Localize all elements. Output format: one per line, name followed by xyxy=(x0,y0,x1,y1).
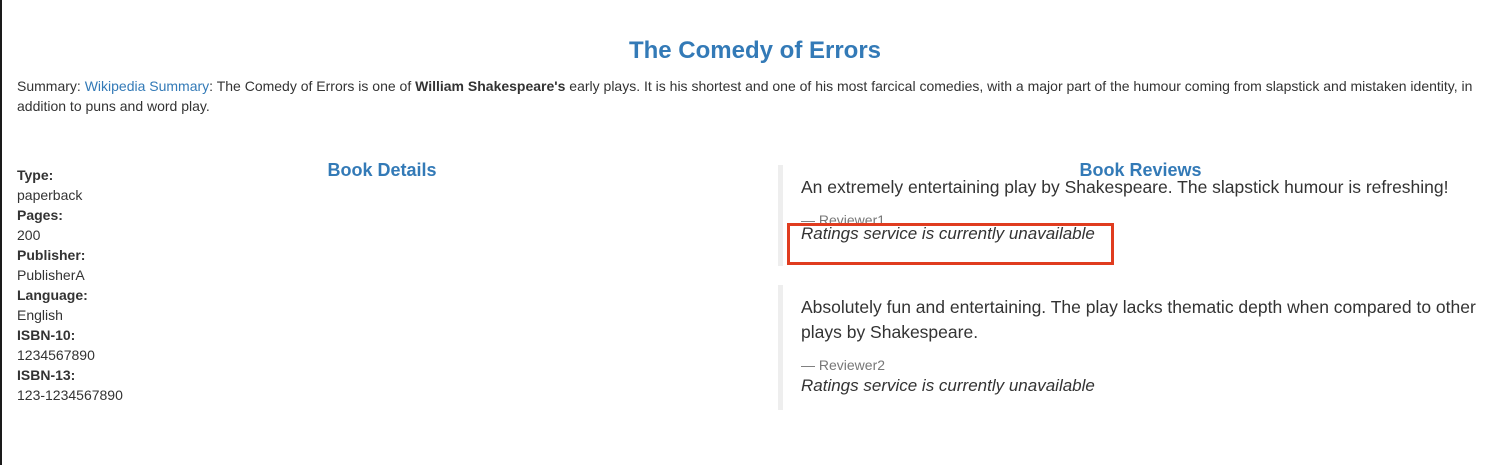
rating-status: Ratings service is currently unavailable xyxy=(801,376,1095,395)
wikipedia-summary-link[interactable]: Wikipedia Summary xyxy=(85,78,209,94)
summary-text-start: : The Comedy of Errors is one of xyxy=(209,78,416,94)
detail-value-pages: 200 xyxy=(17,227,41,243)
detail-value-publisher: PublisherA xyxy=(17,267,85,283)
book-summary: Summary: Wikipedia Summary: The Comedy o… xyxy=(17,76,1497,116)
page: The Comedy of Errors Summary: Wikipedia … xyxy=(0,0,1510,465)
detail-value-type: paperback xyxy=(17,187,83,203)
review-item: An extremely entertaining play by Shakes… xyxy=(778,165,1503,266)
detail-value-isbn10: 1234567890 xyxy=(17,347,95,363)
detail-value-language: English xyxy=(17,307,63,323)
page-title: The Comedy of Errors xyxy=(628,37,882,64)
review-text: An extremely entertaining play by Shakes… xyxy=(801,177,1449,197)
review-item: Absolutely fun and entertaining. The pla… xyxy=(778,285,1503,410)
summary-prefix: Summary: xyxy=(17,78,85,94)
detail-label-pages: Pages: xyxy=(17,207,63,223)
detail-value-isbn13: 123-1234567890 xyxy=(17,387,123,403)
detail-label-language: Language: xyxy=(17,287,88,303)
review-text: Absolutely fun and entertaining. The pla… xyxy=(801,297,1476,342)
book-details-list: Type: paperback Pages: 200 Publisher: Pu… xyxy=(17,165,717,405)
summary-author-bold: William Shakespeare's xyxy=(415,78,566,94)
detail-label-publisher: Publisher: xyxy=(17,247,86,263)
detail-label-isbn10: ISBN-10: xyxy=(17,327,76,343)
window-left-edge xyxy=(0,0,2,465)
detail-label-isbn13: ISBN-13: xyxy=(17,367,76,383)
rating-status: Ratings service is currently unavailable xyxy=(801,224,1095,243)
detail-label-type: Type: xyxy=(17,167,54,183)
review-author: — Reviewer2 xyxy=(801,357,886,373)
